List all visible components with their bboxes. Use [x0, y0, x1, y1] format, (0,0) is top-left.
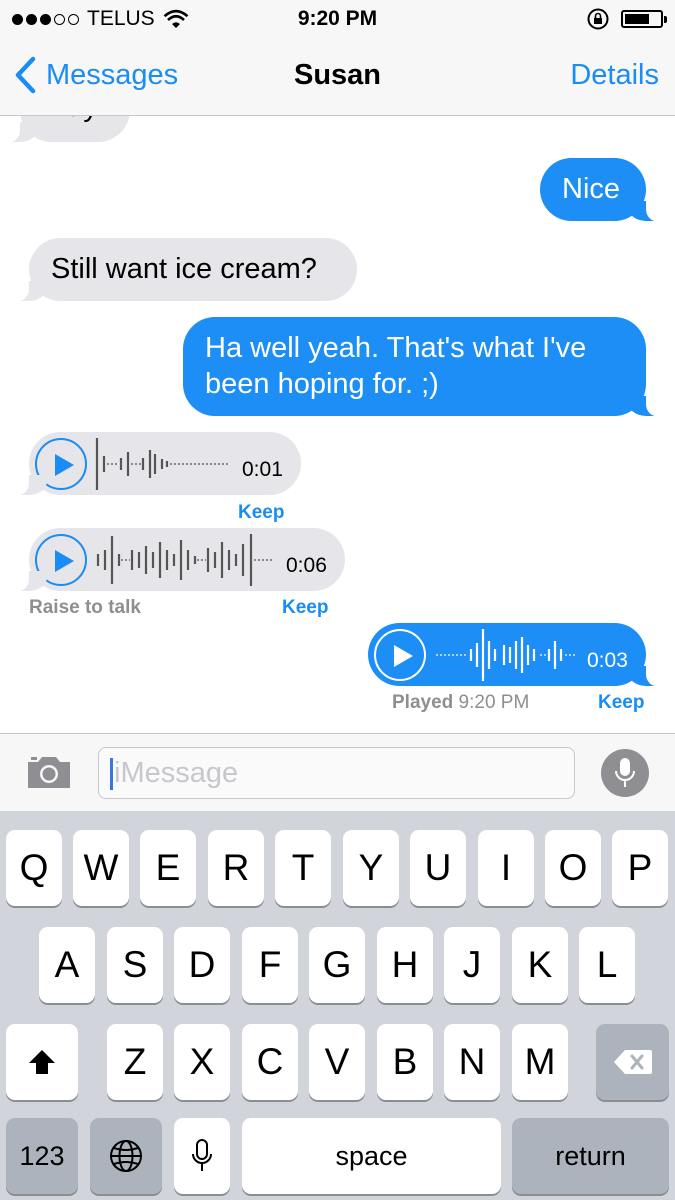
- play-button[interactable]: [374, 629, 426, 681]
- play-button[interactable]: [35, 534, 87, 586]
- key-b[interactable]: B: [377, 1024, 433, 1100]
- message-bubble-outgoing[interactable]: Nice: [540, 158, 660, 221]
- play-icon: [394, 645, 413, 667]
- message-text-field[interactable]: iMessage: [98, 747, 575, 799]
- key-s[interactable]: S: [107, 927, 163, 1003]
- message-text-line: been hoping for. ;): [205, 368, 439, 400]
- message-bubble-incoming[interactable]: Still want ice cream?: [15, 238, 357, 301]
- status-time: 9:20 PM: [297, 7, 378, 30]
- key-x[interactable]: X: [174, 1024, 230, 1100]
- audio-message-outgoing: 0:03: [368, 623, 660, 686]
- keep-audio-button[interactable]: Keep: [282, 597, 328, 619]
- return-key[interactable]: return: [512, 1118, 669, 1194]
- audio-waveform: [96, 534, 273, 586]
- key-k[interactable]: K: [512, 927, 568, 1003]
- dictation-mic-icon: [192, 1139, 212, 1171]
- key-f[interactable]: F: [242, 927, 298, 1003]
- key-c[interactable]: C: [242, 1024, 298, 1100]
- played-label: Played: [392, 692, 454, 713]
- raise-to-talk-hint: Raise to talk: [29, 597, 141, 618]
- message-text: Nice: [562, 173, 621, 205]
- key-l[interactable]: L: [579, 927, 635, 1003]
- audio-duration: 0:06: [286, 554, 327, 577]
- key-o[interactable]: O: [545, 830, 601, 906]
- message-text: Still want ice cream?: [51, 253, 317, 285]
- key-d[interactable]: D: [174, 927, 230, 1003]
- key-w[interactable]: W: [73, 830, 129, 906]
- message-bubble-outgoing[interactable]: Ha well yeah. That's what I've been hopi…: [183, 317, 660, 416]
- record-audio-button[interactable]: [601, 749, 649, 797]
- message-placeholder: iMessage: [114, 757, 239, 789]
- navigation-header: TELUS 9:20 PM Messages Susan Details: [0, 0, 675, 116]
- camera-icon[interactable]: [26, 754, 72, 790]
- key-h[interactable]: H: [377, 927, 433, 1003]
- play-button[interactable]: [35, 438, 87, 490]
- key-g[interactable]: G: [309, 927, 365, 1003]
- key-j[interactable]: J: [444, 927, 500, 1003]
- key-m[interactable]: M: [512, 1024, 568, 1100]
- text-cursor: [110, 758, 113, 790]
- key-u[interactable]: U: [410, 830, 466, 906]
- key-z[interactable]: Z: [107, 1024, 163, 1100]
- played-status: Played 9:20 PM: [392, 692, 529, 714]
- key-q[interactable]: Q: [6, 830, 62, 906]
- shift-key[interactable]: [6, 1024, 78, 1100]
- keep-audio-button[interactable]: Keep: [238, 502, 284, 524]
- key-i[interactable]: I: [478, 830, 534, 906]
- play-icon: [55, 454, 74, 476]
- audio-message-incoming: 0:01: [15, 432, 301, 495]
- key-r[interactable]: R: [208, 830, 264, 906]
- key-y[interactable]: Y: [343, 830, 399, 906]
- play-icon: [55, 550, 74, 572]
- details-button[interactable]: Details: [570, 59, 659, 92]
- key-v[interactable]: V: [309, 1024, 365, 1100]
- key-t[interactable]: T: [275, 830, 331, 906]
- delete-key[interactable]: [596, 1024, 669, 1100]
- globe-key[interactable]: [90, 1118, 162, 1194]
- audio-waveform: [436, 629, 576, 681]
- microphone-icon: [615, 758, 635, 787]
- key-p[interactable]: P: [612, 830, 668, 906]
- message-text-line: Ha well yeah. That's what I've: [205, 332, 587, 364]
- keep-audio-button[interactable]: Keep: [598, 692, 644, 714]
- rotation-lock-icon: [587, 8, 609, 30]
- message-input-bar: iMessage: [0, 733, 675, 811]
- played-time: 9:20 PM: [458, 692, 530, 713]
- shift-icon: [29, 1050, 55, 1074]
- numbers-key[interactable]: 123: [6, 1118, 78, 1194]
- status-bar: TELUS 9:20 PM: [0, 0, 675, 38]
- dictation-key[interactable]: [174, 1118, 230, 1194]
- audio-waveform: [95, 438, 230, 490]
- globe-icon: [110, 1140, 142, 1172]
- audio-duration: 0:03: [587, 649, 628, 672]
- key-e[interactable]: E: [140, 830, 196, 906]
- audio-duration: 0:01: [242, 458, 283, 481]
- audio-message-incoming: 0:06: [15, 528, 345, 591]
- space-key[interactable]: space: [242, 1118, 501, 1194]
- delete-icon: [613, 1050, 652, 1074]
- keyboard: Q W E R T Y U I O P A S D F G H J K L Z …: [0, 811, 675, 1200]
- battery-icon: [621, 10, 667, 28]
- key-n[interactable]: N: [444, 1024, 500, 1100]
- key-a[interactable]: A: [39, 927, 95, 1003]
